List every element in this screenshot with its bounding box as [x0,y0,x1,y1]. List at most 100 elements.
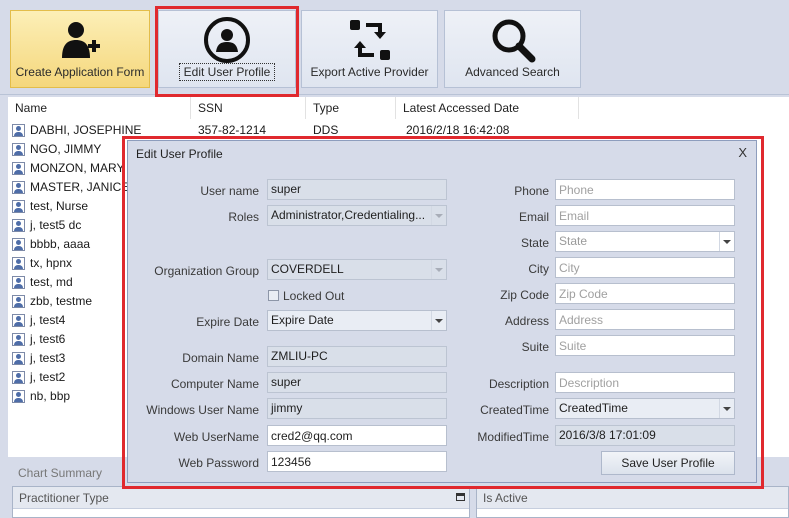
description-text[interactable] [559,373,734,392]
expire-date-picker[interactable]: Expire Date [267,310,447,331]
city-text[interactable] [559,258,734,277]
user-card-icon [12,390,25,403]
web-username-input[interactable] [267,425,447,446]
user-card-icon [12,181,25,194]
modified-time-field: 2016/3/8 17:01:09 [555,425,735,446]
row-name: MASTER, JANICE [30,180,130,194]
state-placeholder: State [559,234,588,248]
row-name: j, test3 [30,351,66,365]
table-row[interactable]: DABHI, JOSEPHINE 357-82-1214 DDS 2016/2/… [8,121,789,140]
user-card-icon [12,333,25,346]
user-card-icon [12,314,25,327]
expire-date-label: Expire Date [196,315,259,329]
suite-text[interactable] [559,336,734,355]
magnifier-icon [445,15,580,65]
organization-group-value: COVERDELL [271,262,344,276]
dialog-titlebar[interactable]: Edit User Profile X [128,141,756,165]
zip-code-text[interactable] [559,284,734,303]
chevron-down-icon[interactable] [431,311,446,330]
created-time-value: CreatedTime [559,401,628,415]
phone-label: Phone [514,184,549,198]
organization-group-label: Organization Group [154,264,259,278]
column-header-name[interactable]: Name [8,97,191,119]
column-header-type[interactable]: Type [306,97,396,119]
chevron-down-icon[interactable] [719,232,734,251]
advanced-search-label: Advanced Search [465,65,560,79]
phone-text[interactable] [559,180,734,199]
web-password-label: Web Password [178,456,259,470]
zip-code-label: Zip Code [500,288,549,302]
export-arrows-icon [302,15,437,65]
user-card-icon [12,219,25,232]
email-input[interactable] [555,205,735,226]
address-text[interactable] [559,310,734,329]
row-name: bbbb, aaaa [30,237,91,251]
roles-dropdown: Administrator,Credentialing... [267,205,447,226]
left-edge-strip [0,95,8,518]
close-icon[interactable]: X [738,145,747,160]
chart-summary-title: Chart Summary [18,466,103,480]
row-name: j, test4 [30,313,66,327]
windows-user-name-field: jimmy [267,398,447,419]
row-name: tx, hpnx [30,256,73,270]
city-label: City [528,262,549,276]
description-input[interactable] [555,372,735,393]
export-active-provider-label: Export Active Provider [310,65,429,79]
address-input[interactable] [555,309,735,330]
created-time-picker[interactable]: CreatedTime [555,398,735,419]
web-password-input[interactable] [267,451,447,472]
web-username-text[interactable] [271,426,446,445]
row-name: DABHI, JOSEPHINE [30,123,142,137]
user-card-icon [12,371,25,384]
email-text[interactable] [559,206,734,225]
web-username-label: Web UserName [173,430,259,444]
chevron-down-icon [431,206,446,225]
zip-code-input[interactable] [555,283,735,304]
phone-input[interactable] [555,179,735,200]
user-card-icon [12,257,25,270]
user-card-icon [12,162,25,175]
create-application-form-button[interactable]: Create Application Form [10,10,150,88]
create-application-form-label: Create Application Form [15,65,145,79]
row-date: 2016/2/18 16:42:08 [406,123,510,137]
maximize-icon[interactable] [456,493,465,501]
windows-user-name-label: Windows User Name [146,403,259,417]
advanced-search-button[interactable]: Advanced Search [444,10,581,88]
web-password-text[interactable] [271,452,446,471]
suite-label: Suite [521,340,549,354]
row-name: zbb, testme [30,294,93,308]
chevron-down-icon[interactable] [719,399,734,418]
computer-name-label: Computer Name [170,377,259,391]
row-name: NGO, JIMMY [30,142,102,156]
row-name: MONZON, MARY [30,161,125,175]
user-card-icon [12,238,25,251]
state-dropdown[interactable]: State [555,231,735,252]
description-label: Description [488,377,549,391]
row-ssn: 357-82-1214 [198,123,267,137]
locked-out-checkbox[interactable] [268,290,279,301]
save-user-profile-button[interactable]: Save User Profile [601,451,735,475]
domain-name-field: ZMLIU-PC [267,346,447,367]
row-name: nb, bbp [30,389,71,403]
user-card-icon [12,143,25,156]
export-active-provider-button[interactable]: Export Active Provider [301,10,438,88]
toolbar: Create Application Form Edit User Profil… [0,0,789,95]
email-label: Email [518,210,549,224]
suite-input[interactable] [555,335,735,356]
column-header-ssn[interactable]: SSN [191,97,306,119]
city-input[interactable] [555,257,735,278]
row-name: j, test6 [30,332,66,346]
user-name-label: User name [200,184,259,198]
row-type: DDS [313,123,339,137]
grid-header: Name SSN Type Latest Accessed Date [8,97,789,119]
computer-name-field: super [267,372,447,393]
edit-user-profile-button[interactable]: Edit User Profile [158,10,296,88]
is-active-title: Is Active [477,487,788,509]
locked-out-label: Locked Out [283,289,345,303]
row-name: test, Nurse [30,199,89,213]
column-header-latest-accessed-date[interactable]: Latest Accessed Date [396,97,579,119]
user-card-icon [12,352,25,365]
domain-name-label: Domain Name [182,351,259,365]
row-name: j, test2 [30,370,66,384]
user-card-icon [12,276,25,289]
